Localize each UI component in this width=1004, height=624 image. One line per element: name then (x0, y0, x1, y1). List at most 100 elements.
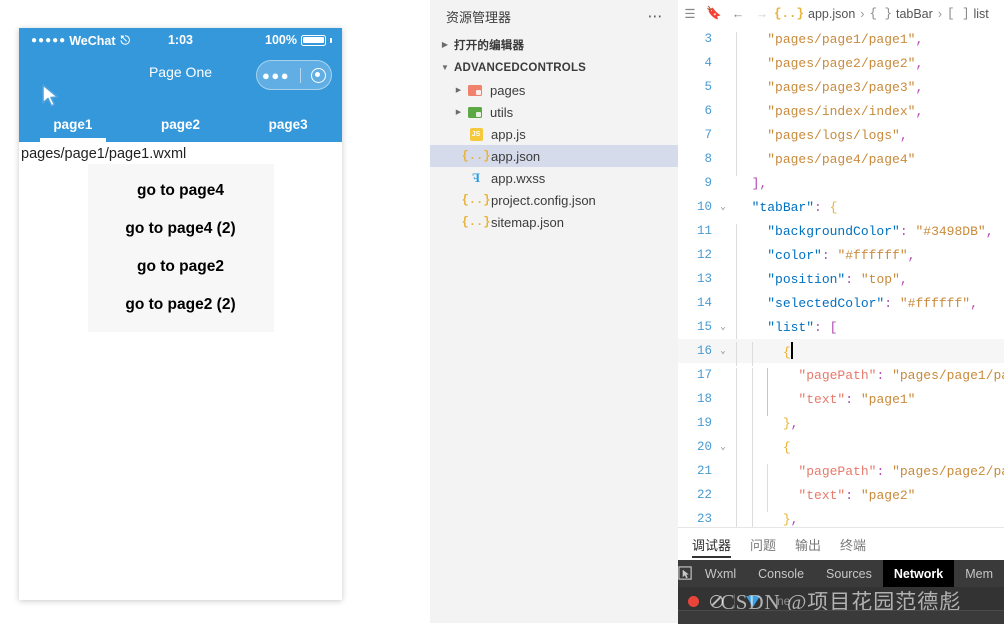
target-icon[interactable] (310, 67, 326, 83)
code-line[interactable]: 7 "pages/logs/logs", (678, 123, 1004, 152)
code-line[interactable]: 8 "pages/page4/page4" (678, 147, 1004, 176)
folder-green-icon (465, 106, 485, 118)
code-line[interactable]: 23 }, (678, 507, 1004, 527)
inspect-element-icon[interactable] (678, 566, 694, 581)
code-line[interactable]: 9 ], (678, 171, 1004, 195)
simulator-pane: ●●●●● WeChat ⎋ 1:03 100% Page One ●●● pa… (0, 0, 430, 623)
breadcrumb-file[interactable]: app.json (808, 7, 855, 21)
tab-output[interactable]: 输出 (795, 528, 821, 560)
record-circle-icon[interactable] (688, 595, 699, 607)
code-line[interactable]: 15 ⌄ "list": [ (678, 315, 1004, 344)
fold-chevron-icon[interactable]: ⌄ (714, 322, 732, 332)
breadcrumb-node-list[interactable]: list (974, 7, 989, 21)
go-to-page2-2-button[interactable]: go to page2 (2) (88, 286, 274, 324)
tabbar-item-page1[interactable]: page1 (19, 97, 127, 142)
code-line[interactable]: 13 "position": "top", (678, 267, 1004, 296)
code-line[interactable]: 14 "selectedColor": "#ffffff", (678, 291, 1004, 320)
battery-icon (301, 34, 326, 46)
code-line[interactable]: 12 "color": "#ffffff", (678, 243, 1004, 272)
breadcrumb-node-tabbar[interactable]: tabBar (896, 7, 933, 21)
capsule-divider (300, 67, 302, 83)
list-icon[interactable]: ☰ (678, 6, 702, 21)
mouse-pointer-icon (42, 84, 59, 107)
chevron-right-icon[interactable]: ▶ (452, 86, 465, 94)
filter-funnel-icon[interactable] (746, 595, 760, 607)
code-line-text: "pagePath": "pages/page2/page2" (732, 463, 1004, 488)
tab-terminal[interactable]: 终端 (840, 528, 866, 560)
devtools-footer (678, 610, 1004, 624)
line-number: 15 (696, 320, 712, 334)
fold-chevron-icon[interactable]: ⌄ (714, 442, 732, 452)
fold-chevron-icon[interactable]: ⌄ (714, 202, 732, 212)
code-line-text: "text": "page2" (732, 487, 1004, 512)
open-editors-section[interactable]: ▶ 打开的编辑器 (430, 33, 678, 56)
tab-problems[interactable]: 问题 (750, 528, 776, 560)
tab-label: 终端 (840, 537, 867, 553)
code-line[interactable]: 6 "pages/index/index", (678, 99, 1004, 128)
devtools-tab-sources[interactable]: Sources (815, 560, 883, 587)
code-line[interactable]: 19 }, (678, 411, 1004, 440)
code-content[interactable]: 3 "pages/page1/page1", 4 "pages/page2/pag… (678, 27, 1004, 527)
chevron-right-icon: ▶ (441, 40, 449, 49)
tab-debugger[interactable]: 调试器 (692, 528, 732, 560)
devtools-tab-console[interactable]: Console (747, 560, 815, 587)
code-line[interactable]: 17 "pagePath": "pages/page1/page1" (678, 363, 1004, 392)
code-line[interactable]: 4 "pages/page2/page2", (678, 51, 1004, 80)
chevron-right-icon[interactable]: ▶ (452, 108, 465, 116)
breadcrumb-separator: › (860, 6, 865, 21)
tree-item-utils[interactable]: ▶ utils (430, 101, 678, 123)
object-icon: { } (869, 6, 892, 21)
code-line[interactable]: 20 ⌄ { (678, 435, 1004, 464)
battery-percent-label: 100% (265, 33, 297, 47)
line-number: 11 (696, 224, 712, 238)
project-section[interactable]: ▼ ADVANCEDCONTROLS (430, 56, 678, 79)
tabbar-item-page3[interactable]: page3 (234, 97, 342, 142)
go-to-page4-2-button[interactable]: go to page4 (2) (88, 210, 274, 248)
line-number: 13 (696, 272, 712, 286)
code-line[interactable]: 22 "text": "page2" (678, 483, 1004, 512)
line-number: 19 (696, 416, 712, 430)
devtools-tab-memory[interactable]: Mem (954, 560, 1004, 587)
tree-item-app-wxss[interactable]: F app.wxss (430, 167, 678, 189)
tree-item-project-config-json[interactable]: {..} project.config.json (430, 189, 678, 211)
code-line[interactable]: 5 "pages/page3/page3", (678, 75, 1004, 104)
go-to-page2-button[interactable]: go to page2 (88, 248, 274, 286)
code-line[interactable]: 21 "pagePath": "pages/page2/page2" (678, 459, 1004, 488)
project-label: ADVANCEDCONTROLS (454, 61, 587, 74)
code-line[interactable]: 3 "pages/page1/page1", (678, 27, 1004, 56)
code-line-text: "text": "page1" (732, 391, 1004, 416)
more-dots-icon[interactable]: ●●● (262, 69, 290, 82)
tabbar-item-page2[interactable]: page2 (127, 97, 235, 142)
breadcrumb-separator: › (937, 6, 942, 21)
go-to-page4-button[interactable]: go to page4 (88, 172, 274, 210)
line-number: 10 (696, 200, 712, 214)
tree-item-app-json[interactable]: {..} app.json (430, 145, 678, 167)
tree-item-label: project.config.json (491, 192, 596, 208)
json-file-icon: {..} (461, 193, 491, 207)
clear-icon[interactable] (710, 594, 723, 608)
wechat-capsule-button[interactable]: ●●● (256, 60, 332, 90)
text-cursor (790, 342, 793, 359)
line-number: 12 (696, 248, 712, 262)
line-number: 23 (696, 512, 712, 526)
tree-item-app-js[interactable]: JS app.js (430, 123, 678, 145)
code-line[interactable]: 10 ⌄ "tabBar": { (678, 195, 1004, 219)
code-line[interactable]: 16 ⌄ { (678, 339, 1004, 366)
ellipsis-icon[interactable]: ⋯ (648, 9, 665, 24)
tabbar-label: page3 (268, 117, 308, 132)
code-line-text: "selectedColor": "#ffffff", (732, 295, 1004, 320)
bookmark-icon[interactable]: 🔖 (702, 6, 726, 21)
code-line[interactable]: 18 "text": "page1" (678, 387, 1004, 416)
fold-chevron-icon[interactable]: ⌄ (714, 346, 732, 356)
arrow-left-icon[interactable]: ← (726, 7, 750, 21)
code-line[interactable]: 11 "backgroundColor": "#3498DB", (678, 219, 1004, 248)
tree-item-pages[interactable]: ▶ pages (430, 79, 678, 101)
code-line-text: }, (732, 415, 1004, 440)
devtools-tab-network[interactable]: Network (882, 560, 955, 587)
devtools-tab-wxml[interactable]: Wxml (694, 560, 747, 587)
tree-item-sitemap-json[interactable]: {..} sitemap.json (430, 211, 678, 233)
json-file-icon: {..} (774, 6, 805, 21)
line-number: 4 (704, 56, 712, 70)
code-line-text: "pagePath": "pages/page1/page1" (732, 367, 1004, 392)
line-number: 6 (704, 104, 712, 118)
